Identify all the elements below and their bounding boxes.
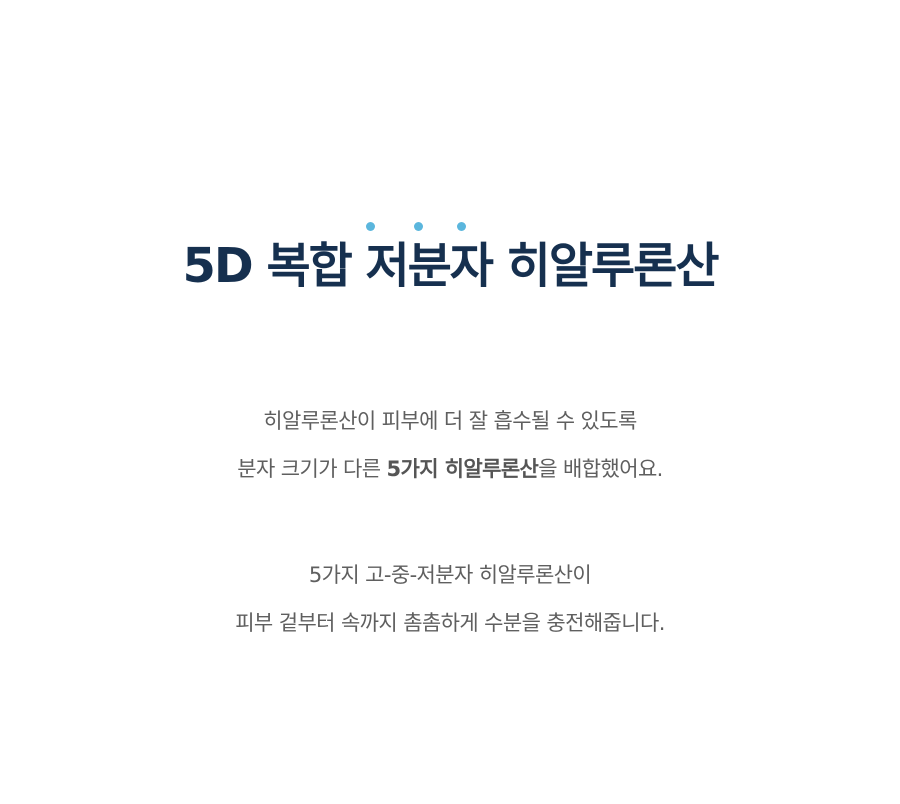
accent-dot (414, 222, 423, 231)
page-title: 5D 복합 저분자 히알루론산 (182, 238, 720, 294)
description-paragraph-2: 5가지 고-중-저분자 히알루론산이 피부 겉부터 속까지 촘촘하게 수분을 충… (0, 551, 900, 647)
accent-dot (366, 222, 375, 231)
description-line-with-highlight: 분자 크기가 다른 5가지 히알루론산을 배합했어요. (0, 445, 900, 493)
description-paragraph-1: 히알루론산이 피부에 더 잘 흡수될 수 있도록 분자 크기가 다른 5가지 히… (0, 397, 900, 493)
description-text: 분자 크기가 다른 (237, 457, 387, 481)
description-line: 5가지 고-중-저분자 히알루론산이 (308, 563, 592, 587)
highlight-text: 5가지 히알루론산 (386, 457, 539, 481)
accent-dot (457, 222, 466, 231)
title-accent-dots (0, 222, 900, 232)
description-line: 피부 겉부터 속까지 촘촘하게 수분을 충전해줍니다. (235, 611, 665, 635)
description-line: 히알루론산이 피부에 더 잘 흡수될 수 있도록 (263, 409, 637, 433)
description-text: 을 배합했어요. (538, 457, 663, 481)
